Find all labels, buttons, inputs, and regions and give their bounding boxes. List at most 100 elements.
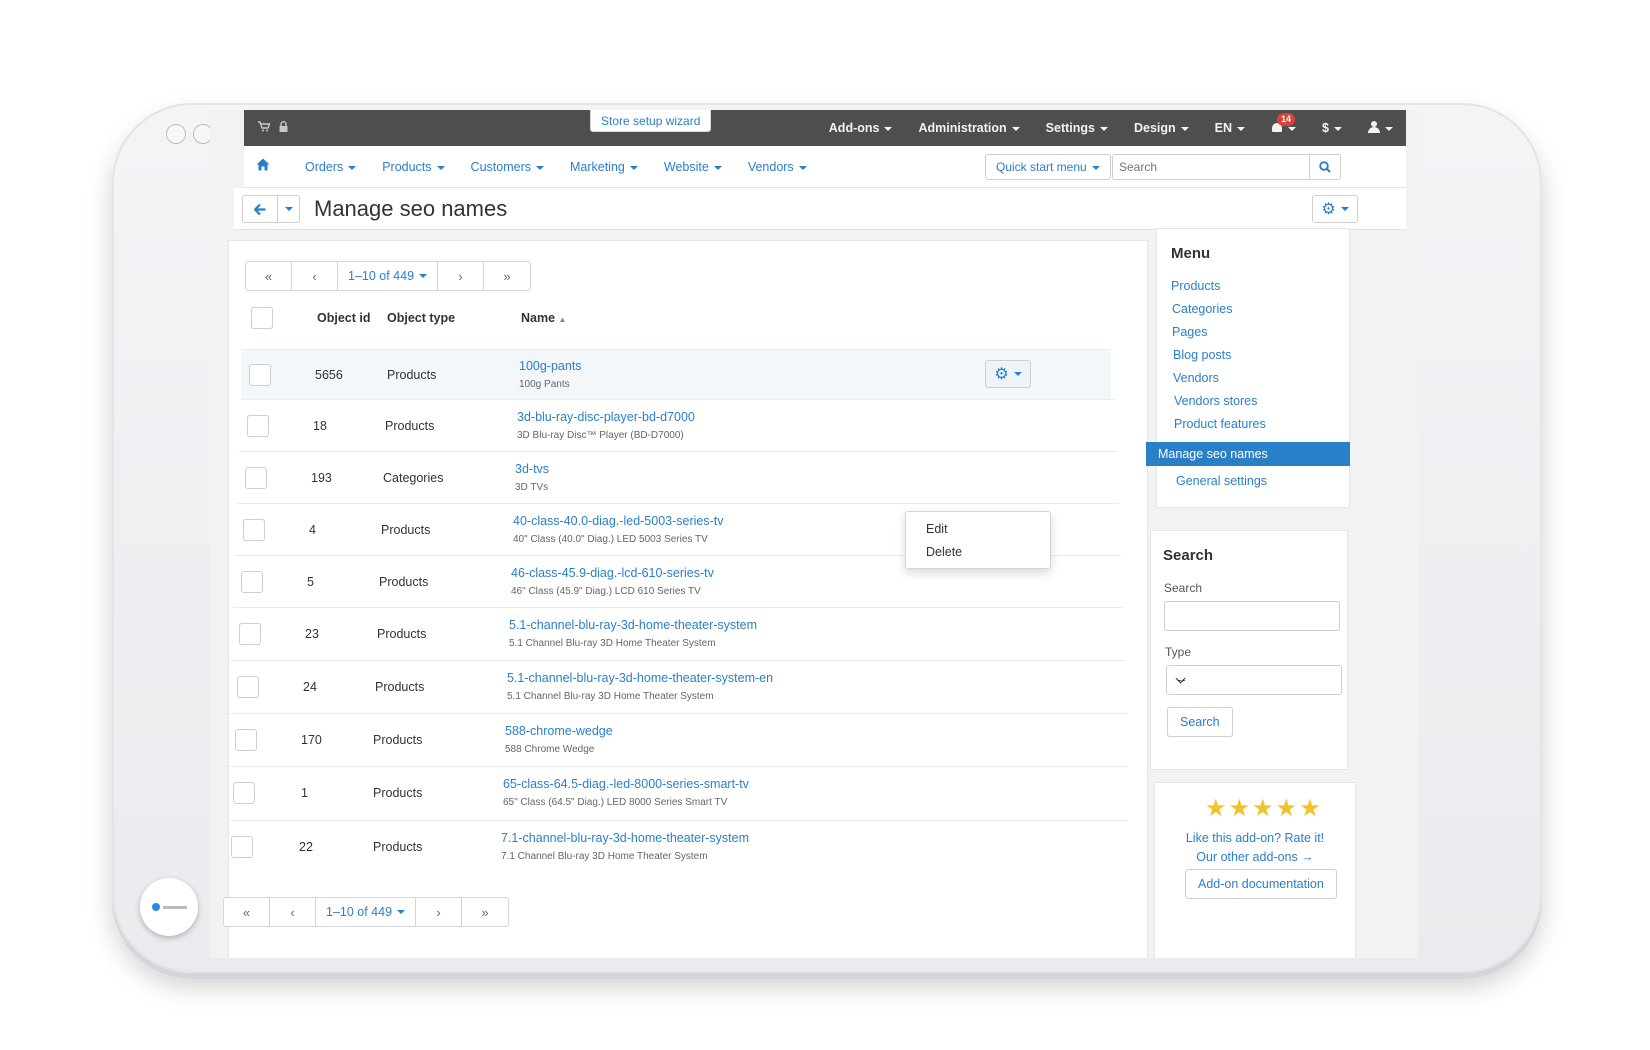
star-icon[interactable]: ★ [1276, 797, 1298, 821]
row-checkbox[interactable] [239, 623, 261, 645]
addons-menu[interactable]: Add-ons [816, 121, 906, 135]
settings-menu[interactable]: Settings [1033, 121, 1121, 135]
star-icon[interactable]: ★ [1229, 797, 1251, 821]
header-name[interactable]: Name ▲ [521, 311, 566, 325]
row-checkbox[interactable] [233, 782, 255, 804]
bell-icon: 14 [1271, 112, 1296, 133]
table-row[interactable]: 23 Products 5.1-channel-blu-ray-3d-home-… [233, 607, 1123, 659]
lock-icon[interactable] [279, 121, 288, 135]
header-object-type[interactable]: Object type [387, 311, 455, 325]
row-seo-name-link[interactable]: 65-class-64.5-diag.-led-8000-series-smar… [503, 777, 749, 791]
row-checkbox[interactable] [237, 676, 259, 698]
table-row[interactable]: 170 Products 588-chrome-wedge 588 Chrome… [229, 713, 1127, 765]
cart-icon[interactable] [258, 121, 271, 135]
rating-stars[interactable]: ★ ★ ★ ★ ★ [1205, 797, 1321, 821]
notifications-menu[interactable]: 14 [1258, 112, 1309, 136]
nav-marketing[interactable]: Marketing [557, 160, 651, 174]
nav-vendors[interactable]: Vendors [735, 160, 820, 174]
back-button[interactable] [242, 195, 278, 223]
star-icon[interactable]: ★ [1252, 797, 1274, 821]
search-submit-button[interactable]: Search [1167, 707, 1233, 737]
gear-icon: ⚙ [994, 366, 1009, 383]
sidebar-item-products[interactable]: Products [1171, 279, 1220, 293]
table-row[interactable]: 5656 Products 100g-pants 100g Pants ⚙ [241, 349, 1111, 399]
language-menu[interactable]: EN [1202, 121, 1258, 135]
header-object-id[interactable]: Object id [317, 311, 370, 325]
row-checkbox[interactable] [241, 571, 263, 593]
next-page-button[interactable]: › [438, 262, 485, 290]
prev-page-button[interactable]: ‹ [292, 262, 338, 290]
row-seo-name-link[interactable]: 46-class-45.9-diag.-lcd-610-series-tv [511, 566, 714, 580]
store-setup-wizard-button[interactable]: Store setup wizard [590, 110, 712, 132]
other-addons-link[interactable]: Our other add-ons → [1155, 850, 1355, 864]
quick-start-menu-button[interactable]: Quick start menu [985, 154, 1111, 180]
row-checkbox[interactable] [247, 415, 269, 437]
home-icon[interactable] [256, 158, 272, 174]
table-row[interactable]: 22 Products 7.1-channel-blu-ray-3d-home-… [229, 820, 1127, 872]
type-select[interactable]: -- [1166, 665, 1342, 695]
table-row[interactable]: 1 Products 65-class-64.5-diag.-led-8000-… [229, 766, 1127, 818]
sidebar-item-blog-posts[interactable]: Blog posts [1173, 348, 1231, 362]
sidebar-item-general-settings[interactable]: General settings [1176, 474, 1267, 488]
delete-menu-item[interactable]: Delete [926, 545, 962, 559]
star-icon[interactable]: ★ [1299, 797, 1321, 821]
row-object-id: 4 [309, 523, 316, 537]
row-object-id: 22 [299, 840, 313, 854]
currency-menu[interactable]: $ [1309, 121, 1355, 135]
row-seo-name-link[interactable]: 100g-pants [519, 359, 582, 373]
first-page-button[interactable]: « [224, 898, 270, 926]
sidebar-item-manage-seo-names[interactable]: Manage seo names [1146, 442, 1350, 466]
brand-logo-icon [151, 903, 187, 911]
edit-menu-item[interactable]: Edit [926, 522, 948, 536]
page-settings-button[interactable]: ⚙ [1312, 195, 1358, 223]
page-range-selector[interactable]: 1–10 of 449 [338, 262, 439, 290]
sidebar-item-vendors[interactable]: Vendors [1173, 371, 1219, 385]
sidebar-menu-panel: Menu Products Categories Pages Blog post… [1156, 228, 1350, 508]
rate-addon-link[interactable]: Like this add-on? Rate it! [1155, 831, 1355, 845]
global-search-input[interactable] [1112, 154, 1310, 180]
sidebar-item-categories[interactable]: Categories [1172, 302, 1232, 316]
search-field[interactable] [1164, 601, 1340, 631]
home-button[interactable] [140, 878, 198, 936]
table-row[interactable]: 18 Products 3d-blu-ray-disc-player-bd-d7… [241, 399, 1115, 451]
row-seo-name-link[interactable]: 3d-tvs [515, 462, 549, 476]
row-checkbox[interactable] [235, 729, 257, 751]
sidebar-item-pages[interactable]: Pages [1172, 325, 1207, 339]
nav-customers[interactable]: Customers [458, 160, 557, 174]
design-menu[interactable]: Design [1121, 121, 1202, 135]
administration-menu[interactable]: Administration [905, 121, 1032, 135]
back-dropdown-button[interactable] [278, 195, 300, 223]
search-field-label: Search [1164, 581, 1203, 595]
row-seo-name-link[interactable]: 588-chrome-wedge [505, 724, 613, 738]
row-seo-name-link[interactable]: 5.1-channel-blu-ray-3d-home-theater-syst… [509, 618, 757, 632]
row-checkbox[interactable] [249, 364, 271, 386]
next-page-button[interactable]: › [416, 898, 463, 926]
sidebar-item-vendors-stores[interactable]: Vendors stores [1174, 394, 1257, 408]
star-icon[interactable]: ★ [1205, 797, 1227, 821]
last-page-button[interactable]: » [462, 898, 508, 926]
row-object-name: 65" Class (64.5" Diag.) LED 8000 Series … [503, 797, 728, 808]
nav-website[interactable]: Website [651, 160, 735, 174]
page-range-selector[interactable]: 1–10 of 449 [316, 898, 417, 926]
table-row[interactable]: 24 Products 5.1-channel-blu-ray-3d-home-… [231, 660, 1125, 712]
row-actions-dropdown: Edit Delete [905, 511, 1051, 569]
first-page-button[interactable]: « [246, 262, 292, 290]
user-menu[interactable] [1355, 120, 1406, 136]
row-seo-name-link[interactable]: 40-class-40.0-diag.-led-5003-series-tv [513, 514, 724, 528]
select-all-checkbox[interactable] [251, 307, 273, 329]
table-row[interactable]: 193 Categories 3d-tvs 3D TVs [239, 451, 1117, 503]
search-button[interactable] [1309, 154, 1341, 180]
row-checkbox[interactable] [243, 519, 265, 541]
last-page-button[interactable]: » [484, 262, 530, 290]
sidebar-item-product-features[interactable]: Product features [1174, 417, 1266, 431]
addon-documentation-button[interactable]: Add-on documentation [1185, 869, 1337, 899]
row-seo-name-link[interactable]: 7.1-channel-blu-ray-3d-home-theater-syst… [501, 831, 749, 845]
row-seo-name-link[interactable]: 3d-blu-ray-disc-player-bd-d7000 [517, 410, 695, 424]
row-actions-button[interactable]: ⚙ [985, 360, 1031, 388]
row-seo-name-link[interactable]: 5.1-channel-blu-ray-3d-home-theater-syst… [507, 671, 773, 685]
prev-page-button[interactable]: ‹ [270, 898, 316, 926]
nav-products[interactable]: Products [369, 160, 457, 174]
row-checkbox[interactable] [245, 467, 267, 489]
nav-orders[interactable]: Orders [292, 160, 369, 174]
row-checkbox[interactable] [231, 836, 253, 858]
